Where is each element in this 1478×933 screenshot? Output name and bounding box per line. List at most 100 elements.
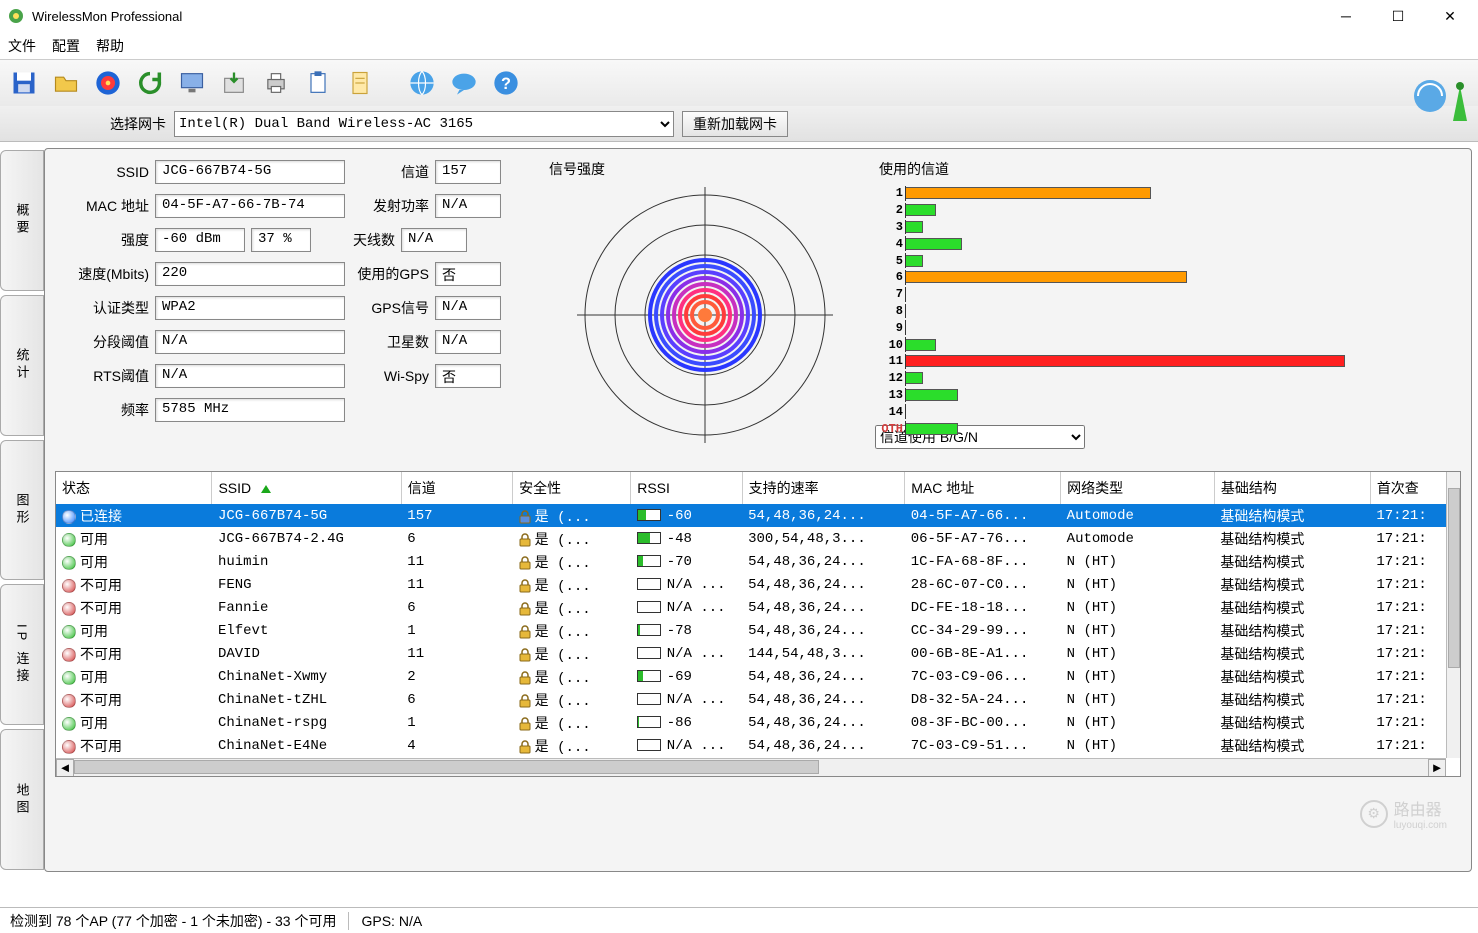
- globe-icon[interactable]: [404, 65, 440, 101]
- refresh-icon[interactable]: [132, 65, 168, 101]
- content-panel: SSIDJCG-667B74-5G信道157 MAC 地址04-5F-A7-66…: [44, 148, 1472, 872]
- print-icon[interactable]: [258, 65, 294, 101]
- horizontal-scrollbar[interactable]: ◄ ►: [56, 758, 1446, 776]
- rts-value: N/A: [155, 364, 345, 388]
- chat-icon[interactable]: [446, 65, 482, 101]
- open-icon[interactable]: [48, 65, 84, 101]
- channel-label: 信道: [355, 162, 435, 182]
- radar-icon: [575, 185, 835, 445]
- col-header[interactable]: SSID: [212, 472, 401, 504]
- channel-bars: 1234567891011121314OTH: [905, 185, 1461, 421]
- antenna-label: 天线数: [321, 230, 401, 250]
- nic-select[interactable]: Intel(R) Dual Band Wireless-AC 3165: [174, 111, 674, 137]
- vtab-map[interactable]: 地图: [0, 729, 44, 870]
- rts-label: RTS阈值: [55, 366, 155, 386]
- auth-value: WPA2: [155, 296, 345, 320]
- vtab-ip[interactable]: IP 连接: [0, 584, 44, 725]
- table-row[interactable]: 不可用Fannie6是 (...N/A ...54,48,36,24...DC-…: [56, 596, 1460, 619]
- gps-used-label: 使用的GPS: [355, 264, 435, 284]
- reload-nic-button[interactable]: 重新加载网卡: [682, 111, 788, 137]
- lock-icon: [519, 648, 531, 662]
- table-row[interactable]: 不可用ChinaNet-E4Ne4是 (...N/A ...54,48,36,2…: [56, 734, 1460, 757]
- app-icon: [8, 8, 24, 24]
- nic-label: 选择网卡: [110, 114, 166, 134]
- gps-used-value: 否: [435, 262, 501, 286]
- lock-icon: [519, 510, 531, 524]
- freq-label: 频率: [55, 400, 155, 420]
- col-header[interactable]: MAC 地址: [905, 472, 1061, 504]
- vtab-graph[interactable]: 图形: [0, 440, 44, 581]
- col-header[interactable]: 支持的速率: [742, 472, 905, 504]
- lock-icon: [519, 556, 531, 570]
- col-header[interactable]: RSSI: [631, 472, 742, 504]
- col-header[interactable]: 信道: [401, 472, 512, 504]
- vtab-stats[interactable]: 统计: [0, 295, 44, 436]
- txpower-value: N/A: [435, 194, 501, 218]
- monitor-icon[interactable]: [174, 65, 210, 101]
- vertical-tabs: 概要 统计 图形 IP 连接 地图: [0, 148, 44, 872]
- strength-label: 强度: [55, 230, 155, 250]
- channel-usage-panel: 使用的信道 1234567891011121314OTH 信道使用 B/G/N: [875, 159, 1461, 459]
- watermark: ⚙ 路由器 luyouqi.com: [1360, 796, 1447, 831]
- gps-signal-value: N/A: [435, 296, 501, 320]
- scroll-left-icon[interactable]: ◄: [56, 759, 74, 777]
- lock-icon: [519, 579, 531, 593]
- table-row[interactable]: 不可用FENG11是 (...N/A ...54,48,36,24...28-6…: [56, 573, 1460, 596]
- connection-details: SSIDJCG-667B74-5G信道157 MAC 地址04-5F-A7-66…: [55, 159, 535, 459]
- frag-value: N/A: [155, 330, 345, 354]
- table-row[interactable]: 可用ChinaNet-Xwmy2是 (...-6954,48,36,24...7…: [56, 665, 1460, 688]
- menu-config[interactable]: 配置: [52, 36, 80, 56]
- save-icon[interactable]: [6, 65, 42, 101]
- vertical-scrollbar[interactable]: [1446, 472, 1460, 758]
- toolbar: ?: [0, 60, 1478, 106]
- help-icon[interactable]: ?: [488, 65, 524, 101]
- lock-icon: [519, 533, 531, 547]
- statusbar: 检测到 78 个AP (77 个加密 - 1 个未加密) - 33 个可用 GP…: [0, 907, 1478, 933]
- ap-table-container: 状态SSID信道安全性RSSI支持的速率MAC 地址网络类型基础结构首次查 已连…: [55, 471, 1461, 777]
- sat-value: N/A: [435, 330, 501, 354]
- lock-icon: [519, 602, 531, 616]
- table-row[interactable]: 可用ChinaNet-rspg1是 (...-8654,48,36,24...0…: [56, 711, 1460, 734]
- clipboard-icon[interactable]: [300, 65, 336, 101]
- table-row[interactable]: 可用huimin11是 (...-7054,48,36,24...1C-FA-6…: [56, 550, 1460, 573]
- table-row[interactable]: 已连接JCG-667B74-5G157是 (...-6054,48,36,24.…: [56, 504, 1460, 527]
- table-row[interactable]: 不可用DAVID11是 (...N/A ...144,54,48,3...00-…: [56, 642, 1460, 665]
- scroll-right-icon[interactable]: ►: [1428, 759, 1446, 777]
- ssid-label: SSID: [55, 164, 155, 180]
- ap-table[interactable]: 状态SSID信道安全性RSSI支持的速率MAC 地址网络类型基础结构首次查 已连…: [56, 472, 1460, 757]
- notes-icon[interactable]: [342, 65, 378, 101]
- gps-signal-label: GPS信号: [355, 298, 435, 318]
- speed-label: 速度(Mbits): [55, 264, 155, 284]
- col-header[interactable]: 状态: [56, 472, 212, 504]
- maximize-button[interactable]: ☐: [1378, 4, 1418, 28]
- ssid-value: JCG-667B74-5G: [155, 160, 345, 184]
- table-row[interactable]: 不可用ChinaNet-tZHL6是 (...N/A ...54,48,36,2…: [56, 688, 1460, 711]
- lock-icon: [519, 671, 531, 685]
- window-title: WirelessMon Professional: [32, 9, 1326, 24]
- strength-dbm: -60 dBm: [155, 228, 245, 252]
- export-icon[interactable]: [216, 65, 252, 101]
- minimize-button[interactable]: ─: [1326, 4, 1366, 28]
- channels-title: 使用的信道: [879, 159, 1461, 179]
- mac-value: 04-5F-A7-66-7B-74: [155, 194, 345, 218]
- wispy-label: Wi-Spy: [355, 368, 435, 384]
- nic-selector-row: 选择网卡 Intel(R) Dual Band Wireless-AC 3165…: [0, 106, 1478, 142]
- lock-icon: [519, 625, 531, 639]
- table-row[interactable]: 可用Elfevt1是 (...-7854,48,36,24...CC-34-29…: [56, 619, 1460, 642]
- signal-strength-panel: 信号强度: [545, 159, 865, 459]
- frag-label: 分段阈值: [55, 332, 155, 352]
- col-header[interactable]: 安全性: [513, 472, 631, 504]
- lock-icon: [519, 694, 531, 708]
- col-header[interactable]: 基础结构: [1214, 472, 1370, 504]
- antenna-icon: [1408, 66, 1468, 126]
- antenna-value: N/A: [401, 228, 467, 252]
- freq-value: 5785 MHz: [155, 398, 345, 422]
- menu-file[interactable]: 文件: [8, 36, 36, 56]
- close-button[interactable]: ✕: [1430, 4, 1470, 28]
- target-icon[interactable]: [90, 65, 126, 101]
- menu-help[interactable]: 帮助: [96, 36, 124, 56]
- lock-icon: [519, 740, 531, 754]
- table-row[interactable]: 可用JCG-667B74-2.4G6是 (...-48300,54,48,3..…: [56, 527, 1460, 550]
- col-header[interactable]: 网络类型: [1061, 472, 1215, 504]
- vtab-summary[interactable]: 概要: [0, 150, 44, 291]
